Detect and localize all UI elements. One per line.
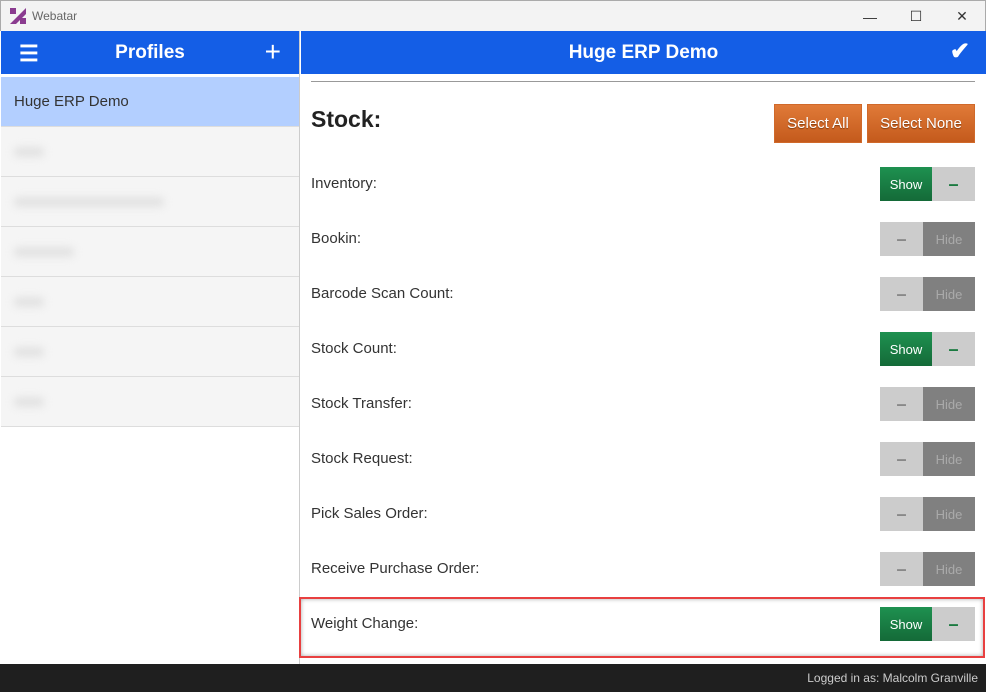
show-hide-toggle[interactable]: Show – — [880, 332, 975, 366]
hide-option[interactable]: Hide — [923, 387, 975, 421]
dash-icon[interactable]: – — [932, 332, 975, 366]
profile-editor: Huge ERP Demo ✔ Stock: Select All Select… — [299, 31, 986, 664]
hide-option[interactable]: Hide — [923, 552, 975, 586]
setting-row: Pick Sales Order: – Hide — [301, 497, 986, 552]
profile-item-blurred[interactable] — [1, 327, 299, 377]
checkmark-icon[interactable]: ✔ — [950, 37, 970, 66]
sidebar-header: ☰ Profiles + — [1, 31, 299, 74]
show-hide-toggle[interactable]: – Hide — [880, 387, 975, 421]
show-hide-toggle[interactable]: – Hide — [880, 552, 975, 586]
profile-item-blurred[interactable] — [1, 377, 299, 427]
show-hide-toggle[interactable]: Show – — [880, 167, 975, 201]
dash-icon[interactable]: – — [932, 167, 975, 201]
show-option[interactable]: Show — [880, 332, 932, 366]
show-hide-toggle[interactable]: – Hide — [880, 442, 975, 476]
show-hide-toggle[interactable]: – Hide — [880, 222, 975, 256]
setting-label: Stock Transfer: — [311, 395, 412, 412]
profile-item-blurred[interactable] — [1, 277, 299, 327]
add-profile-button[interactable]: + — [265, 36, 281, 68]
highlight-box — [299, 597, 985, 658]
hide-option[interactable]: Hide — [923, 277, 975, 311]
dash-icon[interactable]: – — [880, 442, 923, 476]
menu-icon[interactable]: ☰ — [19, 41, 39, 67]
minimize-button[interactable]: — — [847, 1, 893, 32]
dash-icon[interactable]: – — [880, 497, 923, 531]
setting-row: Stock Transfer: – Hide — [301, 387, 986, 442]
close-button[interactable]: ✕ — [939, 1, 985, 32]
hide-option[interactable]: Hide — [923, 442, 975, 476]
dash-icon[interactable]: – — [880, 222, 923, 256]
app-title: Webatar — [32, 9, 78, 23]
status-bar: Logged in as: Malcolm Granville — [0, 664, 986, 692]
logged-in-status: Logged in as: Malcolm Granville — [807, 671, 978, 685]
select-all-button[interactable]: Select All — [774, 104, 862, 143]
profiles-sidebar: ☰ Profiles + Huge ERP Demo — [1, 31, 300, 664]
dash-icon[interactable]: – — [880, 552, 923, 586]
setting-label: Receive Purchase Order: — [311, 560, 480, 577]
profile-item-blurred[interactable] — [1, 127, 299, 177]
profile-item-blurred[interactable] — [1, 177, 299, 227]
section-title: Stock: — [311, 106, 382, 132]
setting-label: Pick Sales Order: — [311, 505, 428, 522]
setting-row: Stock Request: – Hide — [301, 442, 986, 497]
profile-label: Huge ERP Demo — [14, 93, 129, 110]
setting-row: Bookin: – Hide — [301, 222, 986, 277]
show-hide-toggle[interactable]: – Hide — [880, 497, 975, 531]
title-bar: Webatar — ☐ ✕ — [0, 0, 986, 31]
setting-label: Stock Request: — [311, 450, 413, 467]
main-header: Huge ERP Demo ✔ — [301, 31, 986, 74]
hide-option[interactable]: Hide — [923, 497, 975, 531]
divider — [311, 81, 975, 82]
profile-item[interactable]: Huge ERP Demo — [1, 74, 299, 127]
show-hide-toggle[interactable]: – Hide — [880, 277, 975, 311]
select-none-button[interactable]: Select None — [867, 104, 975, 143]
setting-label: Barcode Scan Count: — [311, 285, 454, 302]
webatar-logo-icon — [10, 8, 26, 24]
profile-title: Huge ERP Demo — [568, 41, 719, 63]
maximize-button[interactable]: ☐ — [893, 1, 939, 32]
setting-label: Inventory: — [311, 175, 377, 192]
hide-option[interactable]: Hide — [923, 222, 975, 256]
setting-row: Inventory: Show – — [301, 167, 986, 222]
setting-row: Barcode Scan Count: – Hide — [301, 277, 986, 332]
sidebar-title: Profiles — [115, 41, 185, 63]
dash-icon[interactable]: – — [880, 277, 923, 311]
setting-label: Stock Count: — [311, 340, 397, 357]
setting-row: Stock Count: Show – — [301, 332, 986, 387]
dash-icon[interactable]: – — [880, 387, 923, 421]
show-option[interactable]: Show — [880, 167, 932, 201]
setting-label: Bookin: — [311, 230, 362, 247]
profile-item-blurred[interactable] — [1, 227, 299, 277]
